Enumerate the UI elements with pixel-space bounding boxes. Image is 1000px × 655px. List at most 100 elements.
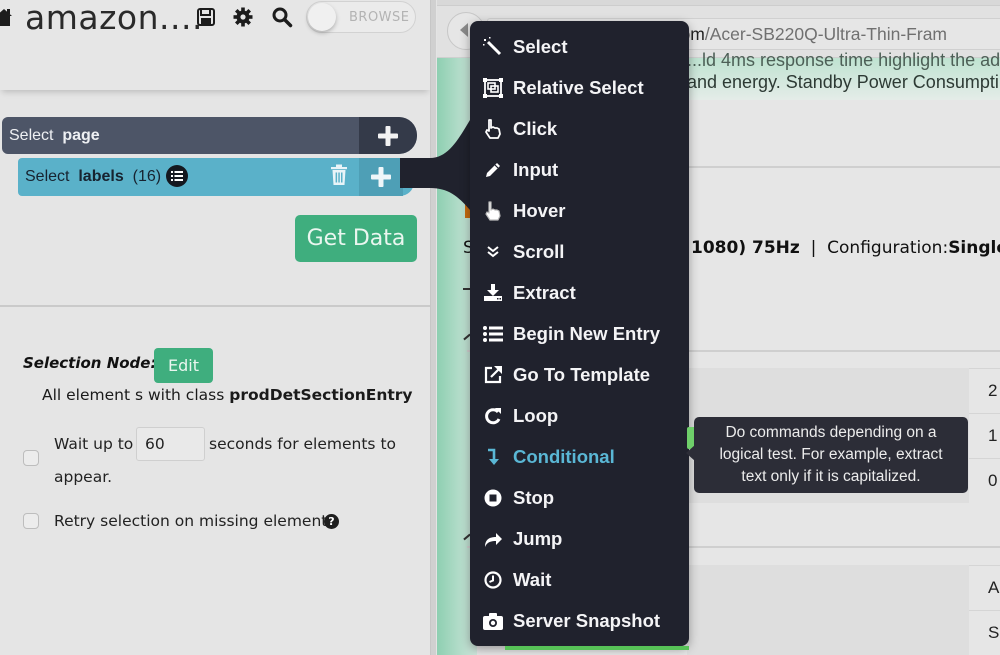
menu-item-label: Stop (513, 486, 555, 508)
node-name: labels (78, 168, 124, 185)
menu-item-begin-new-entry[interactable]: Begin New Entry (470, 313, 689, 354)
node-command: Select (25, 168, 70, 185)
get-data-button[interactable]: Get Data (295, 215, 417, 262)
magic-wand-icon (482, 36, 504, 58)
menu-item-stop[interactable]: Stop (470, 477, 689, 518)
spec-config-value: Single (948, 238, 1000, 258)
wait-suffix-label-2: appear. (54, 468, 113, 486)
hover-hand-icon (482, 200, 504, 222)
download-icon (482, 282, 504, 304)
double-chevron-down-icon (482, 241, 504, 263)
menu-item-label: Select (513, 35, 568, 57)
menu-item-label: Begin New Entry (513, 322, 660, 344)
spec-config-label: Configuration: (827, 238, 949, 258)
wait-prefix-label: Wait up to (54, 435, 134, 453)
menu-item-label: Hover (513, 199, 566, 221)
tab-strip-edge (437, 0, 1000, 6)
menu-item-wait[interactable]: Wait (470, 559, 689, 600)
menu-item-label: Click (513, 117, 558, 139)
menu-item-label: Server Snapshot (513, 609, 661, 631)
node-label: Select page (9, 127, 100, 145)
menu-item-input[interactable]: Input (470, 149, 689, 190)
menu-item-scroll[interactable]: Scroll (470, 231, 689, 272)
app-root: amazon.... BROWSE Select page Select lab… (0, 0, 1000, 655)
left-panel: amazon.... BROWSE Select page Select lab… (0, 0, 432, 655)
camera-icon (482, 610, 504, 632)
menu-item-extract[interactable]: Extract (470, 272, 689, 313)
menu-item-select[interactable]: Select (470, 26, 689, 67)
menu-item-label: Relative Select (513, 76, 644, 98)
table-cell-value: 0 (988, 471, 998, 490)
menu-item-label: Loop (513, 404, 559, 426)
tooltip-line: logical test. For example, extract (719, 446, 943, 463)
table-cell-value: 2 (988, 381, 998, 400)
select-page-node[interactable]: Select page (2, 117, 417, 154)
menu-item-label: Wait (513, 568, 552, 590)
plus-icon (371, 167, 391, 187)
pencil-icon (482, 159, 504, 181)
relative-select-icon (482, 77, 504, 99)
highlighted-element-marker (505, 646, 689, 650)
list-icon[interactable] (166, 165, 188, 187)
share-arrow-icon (482, 528, 504, 550)
search-icon[interactable] (271, 6, 293, 28)
selection-node-heading: Selection Node: (23, 354, 157, 372)
wait-checkbox[interactable] (23, 450, 39, 466)
add-command-button[interactable] (359, 158, 403, 196)
menu-item-conditional[interactable]: Conditional (470, 436, 689, 477)
browse-label: BROWSE (349, 10, 410, 25)
menu-item-label: Extract (513, 281, 576, 303)
spec-table (687, 565, 1000, 655)
desc-class-name: prodDetSectionEntry (229, 386, 413, 404)
table-cell-value: A (988, 578, 1000, 597)
toggle-knob (308, 3, 336, 31)
menu-item-label: Jump (513, 527, 563, 549)
list-icon (482, 323, 504, 345)
stop-circle-icon (482, 487, 504, 509)
panel-splitter[interactable] (430, 0, 436, 655)
app-title: amazon.... (25, 0, 203, 37)
home-icon[interactable] (0, 6, 12, 28)
tooltip-line: Do commands depending on a (725, 424, 937, 441)
menu-item-label: Conditional (513, 445, 615, 467)
wait-suffix-label: seconds for elements to (209, 435, 396, 453)
menu-item-label: Go To Template (513, 363, 651, 385)
menu-item-loop[interactable]: Loop (470, 395, 689, 436)
plus-icon (378, 125, 398, 146)
menu-item-relative-select[interactable]: Relative Select (470, 67, 689, 108)
menu-item-go-to-template[interactable]: Go To Template (470, 354, 689, 395)
external-link-icon (482, 364, 504, 386)
spec-separator: | (810, 238, 817, 258)
spec-resolution: 1080) 75Hz (691, 238, 800, 258)
trash-icon[interactable] (330, 164, 348, 186)
menu-item-click[interactable]: Click (470, 108, 689, 149)
spec-line: 1080) 75Hz | Configuration:Single (691, 238, 1000, 258)
description-line-1: ...ld 4ms response time highlight the ad… (687, 50, 1000, 70)
save-icon[interactable] (195, 6, 217, 28)
node-count: (16) (132, 168, 162, 185)
conditional-tooltip: Do commands depending on a logical test.… (694, 417, 968, 493)
help-icon[interactable]: ? (324, 514, 339, 529)
add-command-menu: Select Relative Select Click Input Hover… (470, 21, 689, 646)
table-cell-value: 1 (988, 426, 998, 445)
node-label: Select labels (16) (25, 168, 161, 186)
menu-item-hover[interactable]: Hover (470, 190, 689, 231)
top-toolbar: amazon.... BROWSE (0, 0, 430, 90)
menu-item-server-snapshot[interactable]: Server Snapshot (470, 600, 689, 641)
edit-selection-button[interactable]: Edit (154, 348, 213, 383)
gear-icon[interactable] (232, 6, 254, 28)
browse-toggle[interactable]: BROWSE (306, 1, 416, 33)
select-labels-node[interactable]: Select labels (16) (18, 158, 414, 196)
description-line-2: and energy. Standby Power Consumpti (687, 72, 999, 92)
retry-label: Retry selection on missing element. (54, 512, 333, 530)
menu-item-jump[interactable]: Jump (470, 518, 689, 559)
selection-description: All element s with class prodDetSectionE… (42, 386, 413, 404)
retry-checkbox[interactable] (23, 513, 39, 529)
wait-seconds-input[interactable] (136, 427, 205, 461)
panel-divider (0, 305, 431, 307)
pointer-hand-icon (482, 118, 504, 140)
node-name: page (62, 127, 100, 144)
menu-item-label: Input (513, 158, 559, 180)
node-command: Select (9, 127, 54, 144)
tooltip-line: text only if it is capitalized. (741, 468, 921, 485)
